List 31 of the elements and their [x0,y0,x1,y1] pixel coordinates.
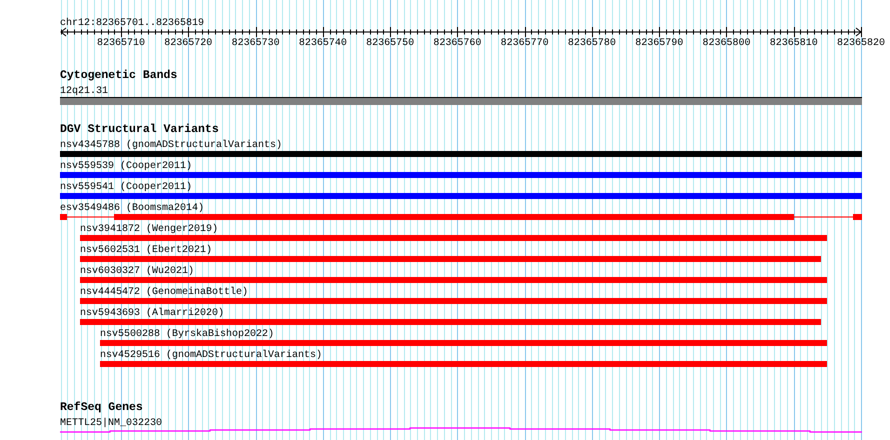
track-title: Cytogenetic Bands [60,69,178,82]
ruler-label: 82365820 [837,38,886,49]
ruler-label: 82365710 [97,38,146,49]
variant-label: nsv5943693 (Almarri2020) [80,308,224,319]
variant-label: nsv5500288 (ByrskaBishop2022) [100,329,274,340]
ruler-label: 82365800 [702,38,750,49]
variant-label: nsv5602531 (Ebert2021) [80,245,212,256]
ruler-label: 82365730 [232,38,280,49]
gene-line[interactable] [60,427,862,433]
track-title: DGV Structural Variants [60,123,219,136]
ruler-label: 82365770 [500,38,549,49]
track-title: RefSeq Genes [60,401,143,414]
ruler-label: 82365810 [770,38,818,49]
ruler-label: 82365750 [366,38,414,49]
variant-label: nsv559541 (Cooper2011) [60,182,192,193]
ruler-label: 82365740 [298,38,347,49]
ruler-label: 82365760 [433,38,482,49]
variant-label: nsv6030327 (Wu2021) [80,266,194,277]
ruler-label: 82365720 [164,38,212,49]
ruler-label: 82365790 [635,38,684,49]
region-coordinates: chr12:82365701..82365819 [60,18,204,29]
variant-label: nsv559539 (Cooper2011) [60,161,192,172]
variant-bar[interactable] [60,214,862,220]
band-label: 12q21.31 [60,86,108,97]
ruler-label: 82365780 [568,38,616,49]
gene-label: METTL25|NM_032230 [60,418,162,429]
variant-label: nsv4345788 (gnomADStructuralVariants) [60,140,282,151]
variant-label: esv3549486 (Boomsma2014) [60,203,204,214]
variant-label: nsv4445472 (GenomeinaBottle) [80,287,248,298]
variant-label: nsv4529516 (gnomADStructuralVariants) [100,350,322,361]
variant-label: nsv3941872 (Wenger2019) [80,224,218,235]
